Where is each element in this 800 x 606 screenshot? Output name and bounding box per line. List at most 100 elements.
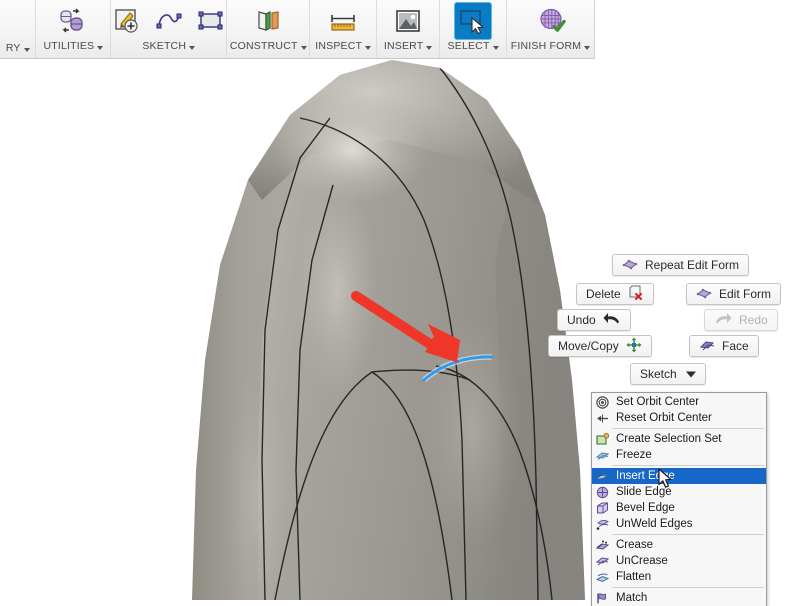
marking-menu-edit-form-button[interactable]: Edit Form xyxy=(686,283,781,305)
chevron-down-icon[interactable] xyxy=(584,46,590,50)
context-menu-item-label: Match xyxy=(616,590,647,606)
toolbar-group-select[interactable]: SELECT xyxy=(439,0,506,58)
button-label: Undo xyxy=(567,310,596,330)
match-icon xyxy=(595,591,610,606)
toolbar-label-text: UTILITIES xyxy=(43,41,94,52)
context-menu-item-set-orbit-center[interactable]: Set Orbit Center xyxy=(592,394,766,410)
insert-edge-icon xyxy=(595,469,610,484)
context-menu-item-label: Reset Orbit Center xyxy=(616,410,712,426)
finish-form-icon[interactable] xyxy=(533,3,569,39)
insert-image-icon[interactable] xyxy=(390,3,426,39)
marking-menu-face-button[interactable]: Face xyxy=(689,335,759,357)
crease-icon xyxy=(595,538,610,553)
chevron-down-icon[interactable] xyxy=(301,46,307,50)
context-menu-item-freeze[interactable]: Freeze xyxy=(592,447,766,463)
context-menu-item-match[interactable]: Match xyxy=(592,590,766,606)
offset-plane-icon[interactable] xyxy=(250,3,286,39)
context-menu-separator xyxy=(612,587,764,588)
chevron-down-icon[interactable] xyxy=(426,46,432,50)
context-menu-separator xyxy=(612,465,764,466)
toolbar-group-inspect[interactable]: INSPECT xyxy=(309,0,376,58)
context-menu-item-uncrease[interactable]: UnCrease xyxy=(592,553,766,569)
context-menu-item-reset-orbit-center[interactable]: Reset Orbit Center xyxy=(592,410,766,426)
context-menu-item-slide-edge[interactable]: Slide Edge xyxy=(592,484,766,500)
select-window-icon[interactable] xyxy=(455,3,491,39)
toolbar-group-construct[interactable]: CONSTRUCT xyxy=(226,0,309,58)
button-label: Move/Copy xyxy=(558,336,619,356)
context-menu-item-create-selection-set[interactable]: Create Selection Set xyxy=(592,431,766,447)
toolbar-group-label: INSPECT xyxy=(315,41,371,56)
ribbon-toolbar[interactable]: RY UTILITIES xyxy=(0,0,595,59)
chevron-down-icon[interactable] xyxy=(189,46,195,50)
toolbar-label-text: SELECT xyxy=(448,41,490,52)
context-menu-item-label: Flatten xyxy=(616,569,651,585)
toolbar-label-text: CONSTRUCT xyxy=(230,41,298,52)
context-menu-item-crease[interactable]: Crease xyxy=(592,537,766,553)
button-label: Delete xyxy=(586,284,621,304)
chevron-down-icon[interactable] xyxy=(24,48,30,52)
toolbar-label-text: INSPECT xyxy=(315,41,362,52)
context-menu-item-label: Create Selection Set xyxy=(616,431,721,447)
toolbar-group-utilities[interactable]: UTILITIES xyxy=(35,0,110,58)
button-label: Face xyxy=(722,336,749,356)
chevron-down-icon[interactable] xyxy=(365,46,371,50)
caret-down-icon[interactable] xyxy=(686,367,696,381)
move-gizmo-icon xyxy=(626,337,642,356)
marking-menu-move-copy-button[interactable]: Move/Copy xyxy=(548,335,652,357)
context-menu-item-label: Freeze xyxy=(616,447,652,463)
form-edit-icon xyxy=(622,257,638,274)
flatten-icon xyxy=(595,570,610,585)
marking-menu-delete-button[interactable]: Delete xyxy=(576,283,654,305)
undo-arrow-icon xyxy=(603,312,621,329)
convert-utilities-icon[interactable] xyxy=(55,3,91,39)
context-menu-item-flatten[interactable]: Flatten xyxy=(592,569,766,585)
marking-menu-undo-button[interactable]: Undo xyxy=(557,309,631,331)
context-menu-item-label: Crease xyxy=(616,537,653,553)
toolbar-label-text: SKETCH xyxy=(142,41,186,52)
reset-orbit-icon xyxy=(595,411,610,426)
toolbar-group-insert[interactable]: INSERT xyxy=(376,0,439,58)
context-menu-item-unweld-edges[interactable]: UnWeld Edges xyxy=(592,516,766,532)
model-highlight-top xyxy=(274,98,430,202)
measure-ruler-icon[interactable] xyxy=(325,3,361,39)
context-menu-item-bevel-edge[interactable]: Bevel Edge xyxy=(592,500,766,516)
spline-curve-icon[interactable] xyxy=(151,3,187,39)
selection-set-icon xyxy=(595,432,610,447)
toolbar-label-text: RY xyxy=(6,43,21,54)
freeze-icon xyxy=(595,448,610,463)
context-menu-item-label: Bevel Edge xyxy=(616,500,675,516)
chevron-down-icon[interactable] xyxy=(493,46,499,50)
marking-menu-repeat-edit-form-button[interactable]: Repeat Edit Form xyxy=(612,254,749,276)
button-label: Sketch xyxy=(640,364,677,384)
slide-edge-icon xyxy=(595,485,610,500)
orbit-center-icon xyxy=(595,395,610,410)
button-label: Redo xyxy=(739,310,768,330)
radial-context-menu-list[interactable]: Set Orbit Center Reset Orbit Center Crea… xyxy=(591,392,767,606)
toolbar-group-label: CONSTRUCT xyxy=(230,41,307,56)
face-select-icon xyxy=(699,338,715,355)
toolbar-group-label: SKETCH xyxy=(142,41,195,56)
toolbar-group-sketch[interactable]: SKETCH xyxy=(110,0,226,58)
toolbar-label-text: FINISH FORM xyxy=(511,41,581,52)
rectangle-sketch-icon[interactable] xyxy=(193,3,229,39)
create-sketch-icon[interactable] xyxy=(109,3,145,39)
chevron-down-icon[interactable] xyxy=(97,46,103,50)
bevel-edge-icon xyxy=(595,501,610,516)
delete-body-icon xyxy=(628,285,644,303)
form-edit-icon xyxy=(696,286,712,303)
context-menu-item-insert-edge[interactable]: Insert Edge xyxy=(592,468,766,484)
toolbar-group-symmetry[interactable]: RY xyxy=(0,0,35,58)
toolbar-group-label: FINISH FORM xyxy=(511,41,590,56)
toolbar-group-label: SELECT xyxy=(448,41,499,56)
button-label: Repeat Edit Form xyxy=(645,255,739,275)
toolbar-group-label: RY xyxy=(6,43,30,58)
button-label: Edit Form xyxy=(719,284,771,304)
marking-menu-redo-button: Redo xyxy=(704,309,778,331)
context-menu-item-label: Set Orbit Center xyxy=(616,394,699,410)
marking-menu-sketch-dropdown[interactable]: Sketch xyxy=(630,363,706,385)
toolbar-label-text: INSERT xyxy=(384,41,424,52)
context-menu-separator xyxy=(612,534,764,535)
toolbar-group-label: UTILITIES xyxy=(43,41,103,56)
toolbar-group-label: INSERT xyxy=(384,41,433,56)
toolbar-group-finish-form[interactable]: FINISH FORM xyxy=(506,0,594,58)
